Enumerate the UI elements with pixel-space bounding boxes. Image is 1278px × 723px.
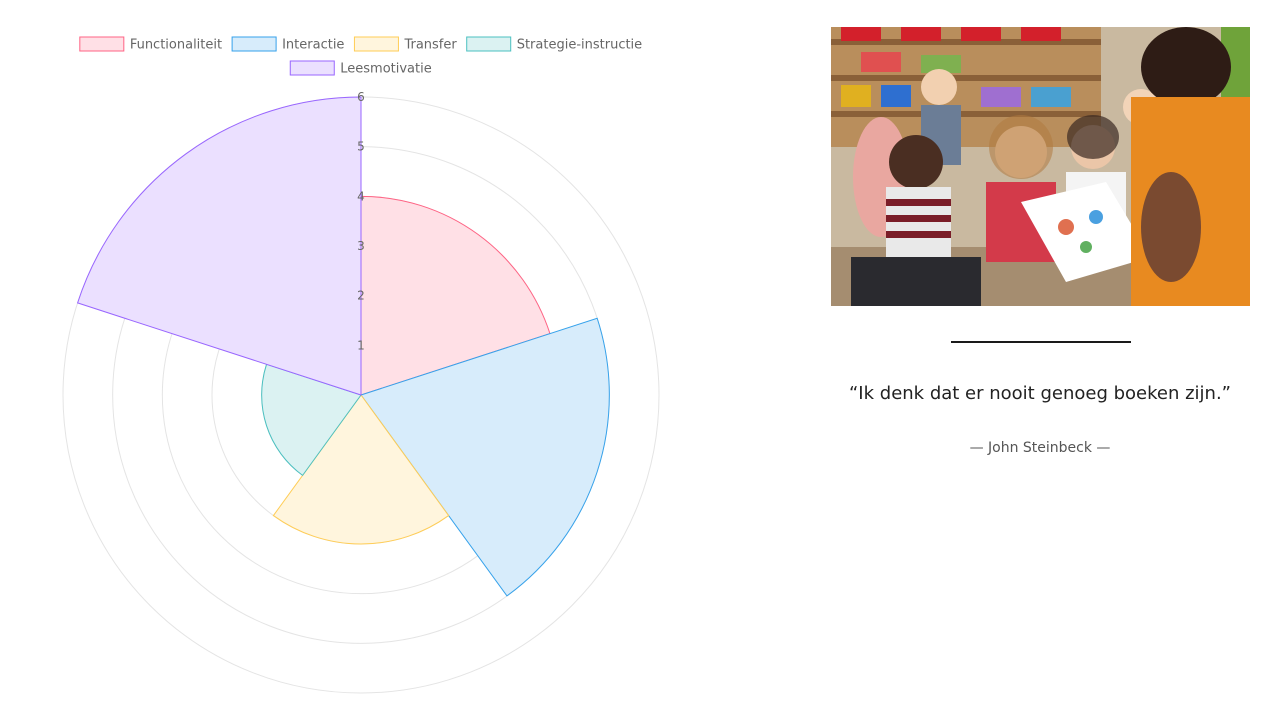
legend-label: Strategie-instructie [517,38,642,53]
legend-label: Transfer [403,38,457,53]
quote-author: — John Steinbeck — [969,440,1111,456]
tick-label: 5 [357,140,365,154]
legend-label: Leesmotivatie [340,62,431,77]
tick-label: 1 [357,338,365,352]
photo-illustration [831,27,1250,306]
tick-label: 3 [357,239,365,253]
tick-label: 4 [357,189,365,203]
polar-area-chart: 1 2 3 4 5 6 Functionaliteit Interactie Transfer S… [0,0,760,723]
quote-divider [951,341,1131,343]
legend-swatch [353,36,399,52]
legend-swatch [289,60,335,76]
legend-swatch [466,36,512,52]
quote-text: “Ik denk dat er nooit genoeg boeken zijn… [848,383,1232,404]
legend-swatch [231,36,277,52]
classroom-reading-photo [831,27,1250,306]
legend-label: Interactie [282,38,344,53]
chart-svg: 1 2 3 4 5 6 Functionaliteit Interactie Transfer S… [62,36,660,694]
tick-label: 2 [357,289,365,303]
legend-label: Functionaliteit [130,38,222,53]
legend-swatch [79,36,125,52]
tick-label: 6 [357,90,365,104]
